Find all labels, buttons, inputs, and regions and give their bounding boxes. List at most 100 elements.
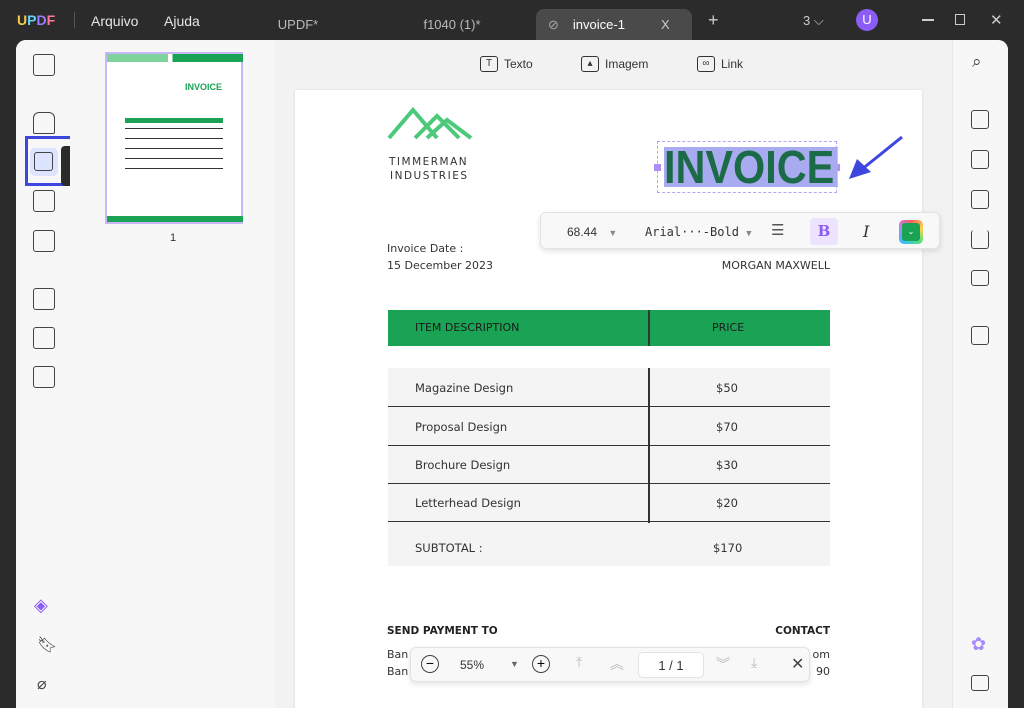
zoom-level[interactable]: 55% [460,658,484,672]
arrow-annotation [849,135,903,179]
minimize-icon[interactable] [922,19,934,21]
thumb-page-number: 1 [170,232,177,244]
title-bar: UPDF Arquivo Ajuda UPDF* f1040 (1)* ⊘ in… [0,0,1024,40]
add-text-button[interactable]: T Texto [480,56,533,72]
crop-icon[interactable] [33,327,55,349]
tab-f1040[interactable]: f1040 (1)* [384,9,520,40]
document-area: T Texto ▴ Imagem ∞ Link TIMMERMAN INDUSTRIE… [275,40,952,708]
next-page-icon[interactable]: ︾ [716,654,730,674]
invoice-title[interactable]: INVOICE [664,144,838,190]
client-name: MORGAN MAXWELL [721,259,830,272]
item: Proposal Design [415,420,508,434]
color-picker[interactable]: ⌄ [899,220,923,244]
format-toolbar: 68.44 ▼ Arial···-Bold ▼ ☰ B I ⌄ [540,212,940,249]
text-icon: T [480,56,498,72]
subtotal-label: SUBTOTAL : [415,541,483,555]
tab-invoice[interactable]: ⊘ invoice-1 X [536,9,692,40]
convert-icon[interactable] [971,150,989,169]
maximize-icon[interactable] [955,14,965,25]
menu-ajuda[interactable]: Ajuda [164,13,200,29]
tab-label: UPDF* [277,17,319,32]
close-tab-icon[interactable]: X [661,17,670,32]
stamp-icon[interactable] [33,366,55,388]
reader-icon[interactable] [33,54,55,76]
highlighter-icon[interactable] [33,112,55,134]
ocr-icon[interactable] [971,110,989,129]
left-toolbar: Editar PDF ◈ 🔖︎ ⌀ [16,40,149,708]
table-row: Magazine Design $50 [388,369,830,407]
font-name: Arial···-Bold [645,225,739,239]
company-name-1: TIMMERMAN [389,156,469,168]
payment-line: Ban [387,648,409,661]
share-icon[interactable] [971,230,989,249]
header-item: ITEM DESCRIPTION [415,321,520,334]
label: Imagem [605,57,649,71]
add-tab-button[interactable]: + [708,10,719,31]
contact-line: om [812,648,830,661]
window-count[interactable]: 3 ⌵ [803,13,824,29]
organize-pages-icon[interactable] [33,288,55,310]
price: $30 [716,458,738,472]
right-toolbar: ⌕ ✿ [952,40,1008,708]
align-left-icon[interactable]: ☰ [771,221,784,239]
page-input[interactable]: 1 / 1 [638,652,704,678]
avatar[interactable]: U [856,9,878,31]
bold-button[interactable]: B [810,218,838,245]
first-page-icon[interactable]: ⤒ [576,654,582,671]
updf-logo: UPDF [17,12,56,28]
italic-button[interactable]: I [863,222,869,241]
thumb-title: INVOICE [185,82,223,92]
zoom-out-button[interactable]: − [421,655,439,673]
contact-line: 90 [816,665,830,678]
attachment-icon[interactable]: ⌀ [37,674,47,694]
page-thumbnail[interactable]: INVOICE [105,52,243,224]
last-page-icon[interactable]: ⤓ [751,654,757,671]
label: Link [721,57,744,71]
item: Magazine Design [415,381,514,395]
add-image-button[interactable]: ▴ Imagem [581,56,648,72]
previous-page-icon[interactable]: ︽ [610,654,624,674]
close-zoom-bar-icon[interactable]: ✕ [791,654,804,674]
table-row: Letterhead Design $20 [388,484,830,522]
price: $50 [716,381,738,395]
header-price: PRICE [712,321,745,334]
count: 3 [803,13,811,28]
edit-pdf-button[interactable] [30,148,58,176]
link-icon: ∞ [697,56,715,72]
ai-assistant-icon[interactable]: ✿ [971,634,986,655]
text-edit-box[interactable]: INVOICE [654,141,840,193]
table-header: ITEM DESCRIPTION PRICE [388,310,830,346]
thumbnail-panel: INVOICE 1 [70,40,275,708]
zoom-in-button[interactable]: + [532,655,550,673]
item: Brochure Design [415,458,511,472]
protect-icon[interactable] [971,190,989,209]
tab-label: invoice-1 [572,17,625,32]
save-icon[interactable] [971,326,989,345]
subtotal-row: SUBTOTAL : $170 [388,529,830,567]
price: $20 [716,496,738,510]
form-icon[interactable] [33,230,55,252]
payment-line: Ban [387,665,409,678]
payment-heading: SEND PAYMENT TO [387,625,498,637]
image-icon: ▴ [581,56,599,72]
email-icon[interactable] [971,270,989,286]
zoom-dropdown-icon[interactable]: ▼ [510,659,519,669]
font-size-select[interactable]: 68.44 ▼ [567,225,617,239]
font-family-select[interactable]: Arial···-Bold ▼ [645,225,752,239]
menu-arquivo[interactable]: Arquivo [91,13,138,29]
date-label: Invoice Date : [387,242,464,255]
pdf-page: TIMMERMAN INDUSTRIES INVOICE Invoice Dat… [295,90,922,708]
company-logo [387,106,473,140]
close-window-icon[interactable]: ✕ [990,11,1003,29]
search-icon[interactable]: ⌕ [972,52,982,72]
table-row: Brochure Design $30 [388,446,830,484]
bookmark-icon[interactable]: 🔖︎ [37,635,57,655]
comment-icon[interactable] [971,675,989,691]
tab-updf[interactable]: UPDF* [230,9,366,40]
page-layout-icon[interactable] [33,190,55,212]
edit-slash-icon: ⊘ [548,16,559,32]
add-link-button[interactable]: ∞ Link [697,56,743,72]
table-row: Proposal Design $70 [388,408,830,446]
layers-icon[interactable]: ◈ [34,595,54,615]
company-name-2: INDUSTRIES [390,170,469,182]
